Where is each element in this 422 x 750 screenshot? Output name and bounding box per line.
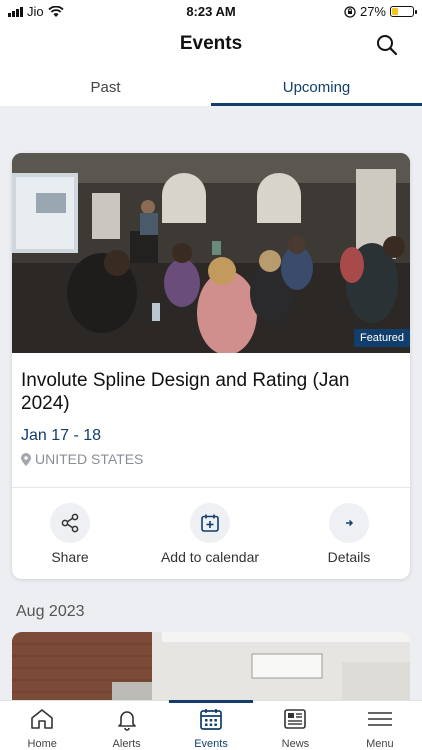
section-header-month: Aug 2023: [16, 603, 85, 620]
seminar-room-illustration: [12, 153, 410, 353]
event-photo: Featured: [12, 153, 410, 353]
bell-icon: [117, 711, 136, 731]
page-title: Events: [179, 33, 243, 54]
nav-news[interactable]: News: [253, 701, 337, 750]
home-icon: [31, 709, 54, 729]
status-bar: Jio 8:23 AM 27%: [0, 0, 422, 24]
add-to-calendar-button[interactable]: Add to calendar: [150, 503, 270, 565]
details-icon-wrap: [329, 503, 369, 543]
share-icon-wrap: [50, 503, 90, 543]
bottom-nav: Home Alerts Events News Menu: [0, 700, 422, 750]
app-header: Events: [0, 24, 422, 68]
search-icon[interactable]: [376, 34, 398, 56]
nav-home-label: Home: [27, 738, 57, 750]
add-to-calendar-label: Add to calendar: [160, 549, 260, 565]
event-location: UNITED STATES: [21, 451, 143, 467]
hamburger-menu-icon: [367, 712, 392, 726]
event-date: Jan 17 - 18: [21, 427, 102, 444]
event-tabs: Past Upcoming: [0, 68, 422, 106]
location-pin-icon: [21, 452, 31, 466]
calendar-icon: [200, 709, 222, 730]
nav-news-label: News: [281, 738, 310, 750]
orientation-lock-icon: [344, 5, 356, 18]
location-label: UNITED STATES: [35, 451, 144, 467]
nav-alerts-label: Alerts: [112, 738, 141, 750]
share-icon: [61, 513, 79, 533]
newspaper-icon: [284, 709, 307, 729]
share-label: Share: [51, 549, 89, 565]
calendar-icon-wrap: [190, 503, 230, 543]
status-right: 27%: [344, 4, 417, 19]
details-button[interactable]: Details: [289, 503, 409, 565]
nav-alerts[interactable]: Alerts: [84, 701, 168, 750]
tab-past[interactable]: Past: [0, 68, 211, 106]
nav-events-label: Events: [194, 738, 228, 750]
card-actions: Share Add to calendar Details: [12, 503, 410, 573]
battery-percent: 27%: [359, 4, 386, 19]
nav-home[interactable]: Home: [0, 701, 84, 750]
calendar-add-icon: [201, 514, 219, 532]
event-card[interactable]: Featured Involute Spline Design and Rati…: [12, 153, 410, 579]
tab-upcoming[interactable]: Upcoming: [211, 68, 422, 106]
details-label: Details: [327, 549, 371, 565]
card-divider: [12, 487, 410, 488]
nav-events[interactable]: Events: [168, 700, 254, 750]
nav-menu-label: Menu: [366, 738, 394, 750]
featured-badge: Featured: [353, 329, 410, 347]
arrow-right-icon: [346, 519, 354, 527]
nav-menu[interactable]: Menu: [338, 701, 422, 750]
event-title[interactable]: Involute Spline Design and Rating (Jan 2…: [21, 369, 391, 415]
battery-icon: [390, 6, 417, 17]
share-button[interactable]: Share: [12, 503, 130, 565]
